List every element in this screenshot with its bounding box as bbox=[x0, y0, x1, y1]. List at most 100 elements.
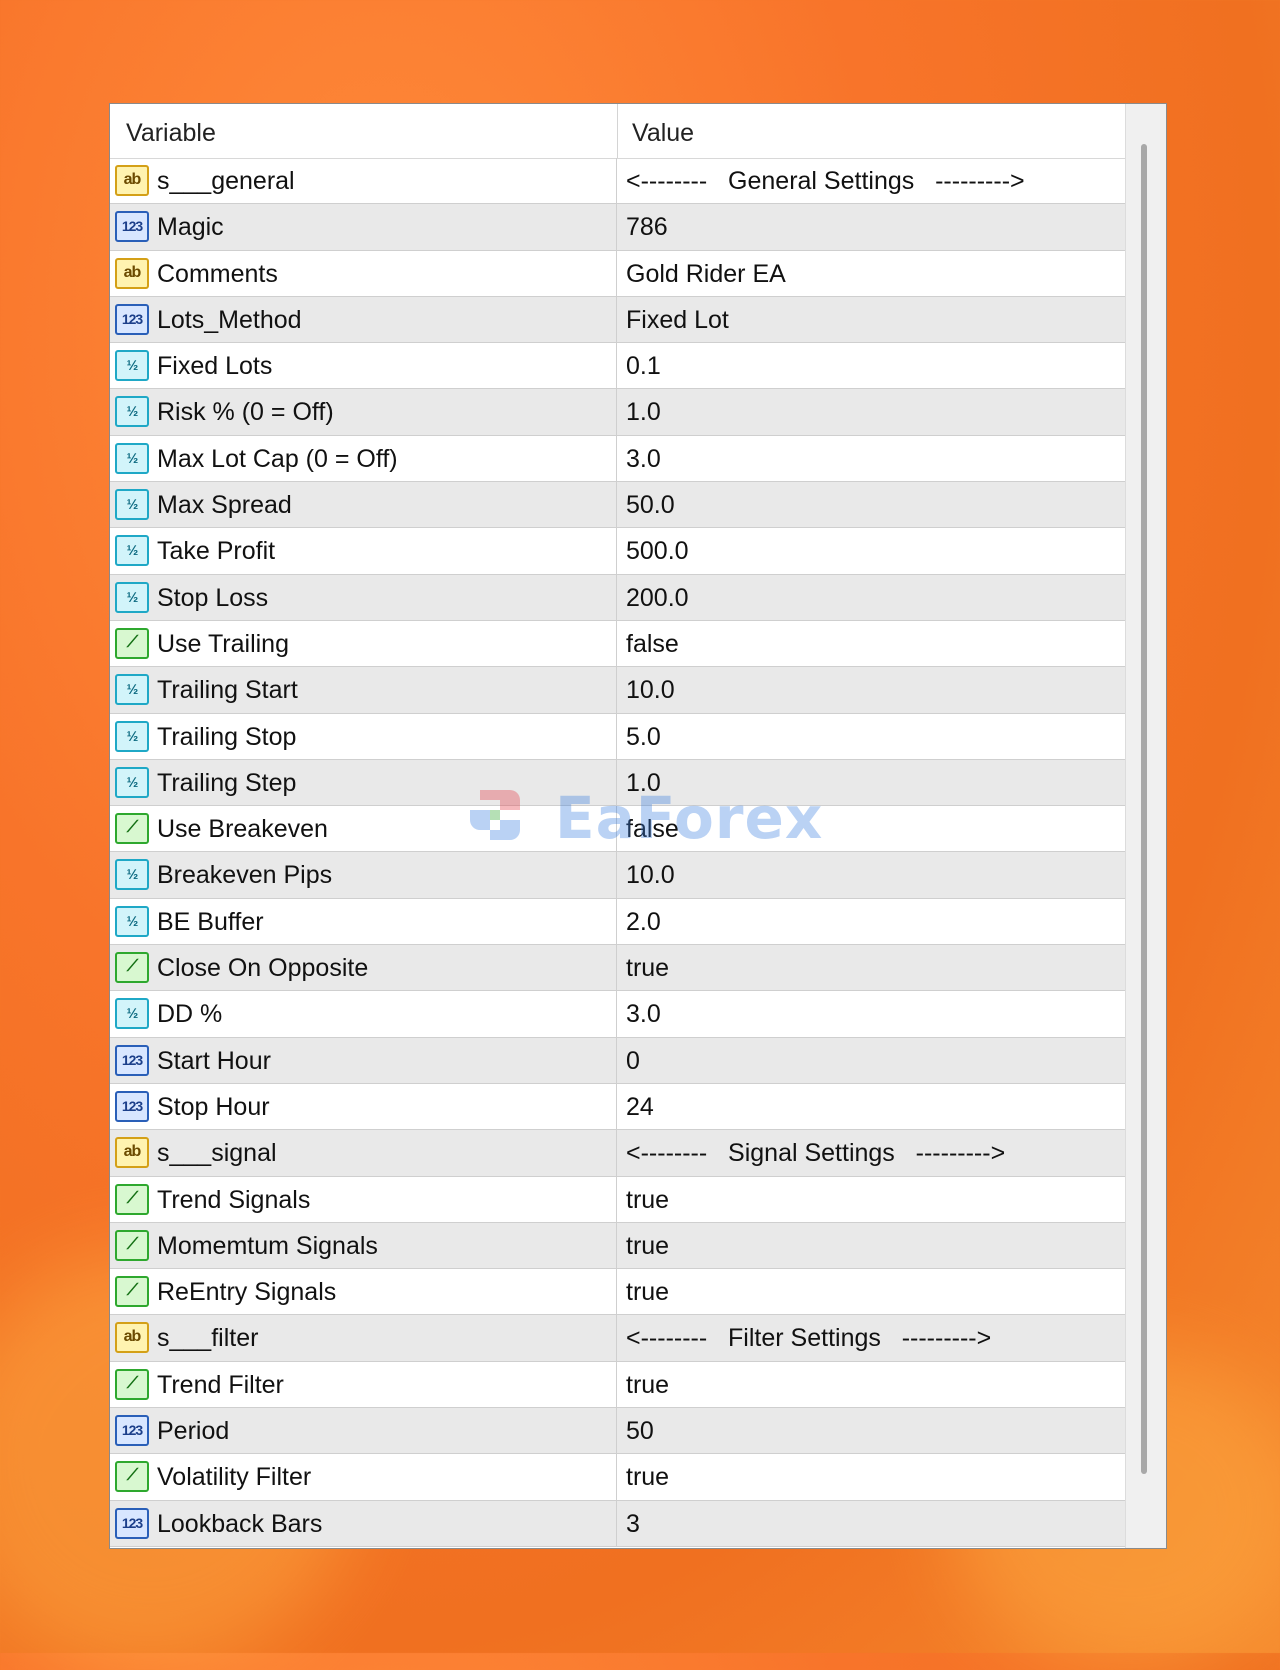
table-row[interactable]: 123 Lookback Bars 3 bbox=[110, 1500, 1126, 1547]
variable-cell[interactable]: ⟋ ReEntry Signals bbox=[110, 1269, 617, 1315]
value-cell[interactable]: 500.0 bbox=[626, 528, 689, 574]
table-row[interactable]: ⟋ ReEntry Signals true bbox=[110, 1269, 1126, 1316]
variable-cell[interactable]: ⟋ Close On Opposite bbox=[110, 945, 617, 991]
table-row[interactable]: ½ Trailing Start 10.0 bbox=[110, 667, 1126, 714]
value-cell[interactable]: 5.0 bbox=[626, 714, 661, 760]
table-row[interactable]: ab s___general <-------- General Settings … bbox=[110, 158, 1126, 205]
value-cell[interactable]: true bbox=[626, 1223, 669, 1269]
table-row[interactable]: ½ Stop Loss 200.0 bbox=[110, 574, 1126, 621]
column-header-variable[interactable]: Variable bbox=[126, 104, 216, 158]
value-cell[interactable]: true bbox=[626, 1269, 669, 1315]
value-cell[interactable]: 1.0 bbox=[626, 389, 661, 435]
table-row[interactable]: ⟋ Volatility Filter true bbox=[110, 1454, 1126, 1501]
table-body: ab s___general <-------- General Settings … bbox=[110, 158, 1126, 1547]
table-row[interactable]: ½ Breakeven Pips 10.0 bbox=[110, 852, 1126, 899]
value-cell[interactable]: <-------- Filter Settings ---------> bbox=[626, 1315, 991, 1361]
value-cell[interactable]: 200.0 bbox=[626, 575, 689, 621]
variable-cell[interactable]: ½ Max Spread bbox=[110, 482, 617, 528]
table-row[interactable]: ⟋ Trend Signals true bbox=[110, 1176, 1126, 1223]
variable-cell[interactable]: ½ BE Buffer bbox=[110, 898, 617, 945]
variable-cell[interactable]: 123 Stop Hour bbox=[110, 1083, 617, 1130]
value-cell[interactable]: 10.0 bbox=[626, 852, 675, 898]
table-row[interactable]: ½ Fixed Lots 0.1 bbox=[110, 343, 1126, 390]
table-row[interactable]: ⟋ Close On Opposite true bbox=[110, 945, 1126, 992]
variable-cell[interactable]: ab s___general bbox=[110, 158, 617, 204]
variable-name: Risk % (0 = Off) bbox=[157, 398, 334, 427]
table-row[interactable]: ⟋ Use Breakeven false bbox=[110, 806, 1126, 853]
variable-cell[interactable]: 123 Lookback Bars bbox=[110, 1500, 617, 1546]
value-cell[interactable]: <-------- Signal Settings ---------> bbox=[626, 1130, 1005, 1176]
value-cell[interactable]: true bbox=[626, 1362, 669, 1408]
vertical-scrollbar[interactable] bbox=[1125, 104, 1166, 1548]
table-row[interactable]: ½ Max Spread 50.0 bbox=[110, 482, 1126, 529]
variable-cell[interactable]: 123 Start Hour bbox=[110, 1037, 617, 1083]
variable-cell[interactable]: ab Comments bbox=[110, 250, 617, 296]
variable-cell[interactable]: ½ Risk % (0 = Off) bbox=[110, 389, 617, 435]
variable-cell[interactable]: ½ Stop Loss bbox=[110, 574, 617, 620]
table-row[interactable]: ½ Trailing Stop 5.0 bbox=[110, 713, 1126, 760]
variable-cell[interactable]: ½ Trailing Stop bbox=[110, 713, 617, 759]
table-row[interactable]: 123 Period 50 bbox=[110, 1408, 1126, 1455]
table-row[interactable]: ab s___filter <-------- Filter Settings --… bbox=[110, 1315, 1126, 1362]
table-row[interactable]: ⟋ Trend Filter true bbox=[110, 1361, 1126, 1409]
table-row[interactable]: ½ Risk % (0 = Off) 1.0 bbox=[110, 389, 1126, 436]
table-row[interactable]: 123 Magic 786 bbox=[110, 204, 1126, 251]
variable-name: s___general bbox=[157, 167, 295, 195]
variable-cell[interactable]: ½ Trailing Start bbox=[110, 667, 617, 713]
variable-name: Trend Filter bbox=[157, 1370, 284, 1399]
double-icon: ½ bbox=[115, 581, 149, 613]
table-row[interactable]: ½ BE Buffer 2.0 bbox=[110, 898, 1126, 946]
table-row[interactable]: ½ DD % 3.0 bbox=[110, 991, 1126, 1038]
variable-cell[interactable]: ½ Breakeven Pips bbox=[110, 852, 617, 898]
value-cell[interactable]: Gold Rider EA bbox=[626, 251, 786, 297]
table-row[interactable]: ⟋ Momemtum Signals true bbox=[110, 1222, 1126, 1270]
column-divider[interactable] bbox=[617, 104, 618, 158]
value-cell[interactable]: true bbox=[626, 1177, 669, 1223]
table-row[interactable]: ½ Take Profit 500.0 bbox=[110, 528, 1126, 575]
table-row[interactable]: ½ Max Lot Cap (0 = Off) 3.0 bbox=[110, 435, 1126, 483]
value-cell[interactable]: false bbox=[626, 806, 679, 852]
variable-cell[interactable]: 123 Magic bbox=[110, 204, 617, 250]
value-cell[interactable]: <-------- General Settings ---------> bbox=[626, 158, 1025, 204]
table-row[interactable]: ab Comments Gold Rider EA bbox=[110, 250, 1126, 297]
value-cell[interactable]: 786 bbox=[626, 204, 668, 250]
value-cell[interactable]: 3 bbox=[626, 1501, 640, 1547]
table-row[interactable]: 123 Stop Hour 24 bbox=[110, 1083, 1126, 1131]
variable-cell[interactable]: ⟋ Use Breakeven bbox=[110, 806, 617, 852]
value-cell[interactable]: 50.0 bbox=[626, 482, 675, 528]
table-row[interactable]: ab s___signal <-------- Signal Settings --… bbox=[110, 1130, 1126, 1177]
value-cell[interactable]: false bbox=[626, 621, 679, 667]
value-cell[interactable]: 3.0 bbox=[626, 436, 661, 482]
variable-cell[interactable]: ½ Max Lot Cap (0 = Off) bbox=[110, 435, 617, 482]
value-cell[interactable]: true bbox=[626, 945, 669, 991]
variable-cell[interactable]: ab s___signal bbox=[110, 1130, 617, 1176]
scrollbar-thumb[interactable] bbox=[1141, 144, 1147, 1474]
table-row[interactable]: 123 Start Hour 0 bbox=[110, 1037, 1126, 1084]
value-cell[interactable]: 3.0 bbox=[626, 991, 661, 1037]
variable-cell[interactable]: ½ Trailing Step bbox=[110, 759, 617, 806]
variable-cell[interactable]: ½ Take Profit bbox=[110, 528, 617, 574]
value-cell[interactable]: Fixed Lot bbox=[626, 297, 729, 343]
variable-cell[interactable]: 123 Period bbox=[110, 1408, 617, 1454]
variable-cell[interactable]: ½ DD % bbox=[110, 991, 617, 1037]
variable-cell[interactable]: ⟋ Trend Filter bbox=[110, 1361, 617, 1408]
value-cell[interactable]: 50 bbox=[626, 1408, 654, 1454]
table-row[interactable]: ⟋ Use Trailing false bbox=[110, 620, 1126, 668]
value-cell[interactable]: 10.0 bbox=[626, 667, 675, 713]
variable-cell[interactable]: ⟋ Trend Signals bbox=[110, 1176, 617, 1222]
value-cell[interactable]: 2.0 bbox=[626, 899, 661, 945]
value-cell[interactable]: true bbox=[626, 1454, 669, 1500]
variable-cell[interactable]: ⟋ Momemtum Signals bbox=[110, 1222, 617, 1269]
variable-cell[interactable]: 123 Lots_Method bbox=[110, 296, 617, 343]
variable-cell[interactable]: ⟋ Use Trailing bbox=[110, 620, 617, 667]
variable-cell[interactable]: ½ Fixed Lots bbox=[110, 343, 617, 389]
variable-cell[interactable]: ⟋ Volatility Filter bbox=[110, 1454, 617, 1500]
value-cell[interactable]: 1.0 bbox=[626, 760, 661, 806]
table-row[interactable]: 123 Lots_Method Fixed Lot bbox=[110, 296, 1126, 344]
value-cell[interactable]: 0.1 bbox=[626, 343, 661, 389]
variable-cell[interactable]: ab s___filter bbox=[110, 1315, 617, 1361]
value-cell[interactable]: 24 bbox=[626, 1084, 654, 1130]
column-header-value[interactable]: Value bbox=[632, 104, 694, 158]
value-cell[interactable]: 0 bbox=[626, 1038, 640, 1084]
table-row[interactable]: ½ Trailing Step 1.0 bbox=[110, 759, 1126, 807]
